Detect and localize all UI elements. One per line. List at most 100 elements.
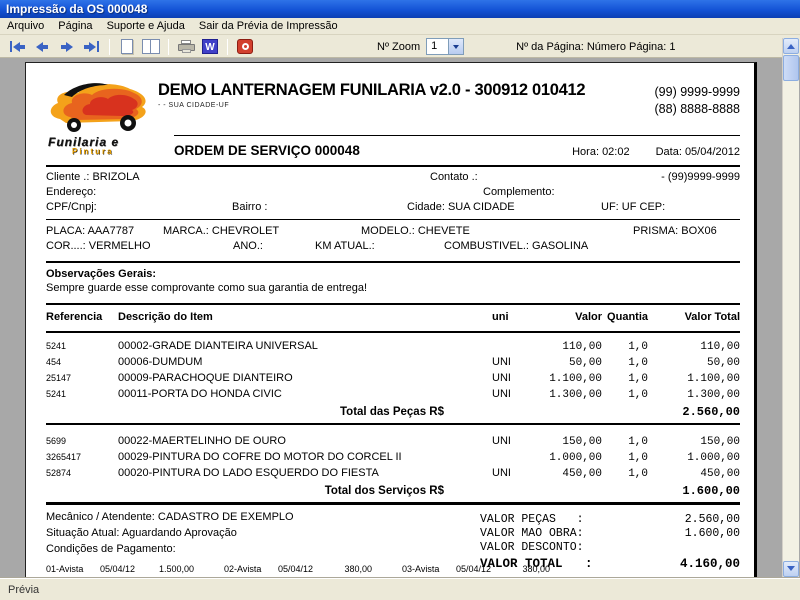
table-row: 52874 00020-PINTURA DO LADO ESQUERDO DO … — [46, 467, 740, 480]
toolbar-separator — [168, 38, 169, 55]
order-hora: Hora: 02:02 — [572, 146, 630, 158]
valor-pecas-row: VALOR PEÇAS :2.560,00 — [480, 513, 740, 526]
vehicle-plate: PLACA: AAA7787 — [46, 225, 135, 237]
services-total-label: Total dos Serviços R$ — [324, 485, 444, 497]
client-contact-value: - (99)9999-9999 — [661, 171, 740, 183]
client-cpf: CPF/Cnpj: — [46, 201, 97, 213]
observations-text: Sempre guarde esse comprovante como sua … — [46, 282, 368, 294]
zoom-select[interactable]: 1 — [426, 38, 465, 55]
vehicle-color: COR....: VERMELHO — [46, 240, 151, 252]
table-row: 454 00006-DUMDUM UNI 50,00 1,0 50,00 — [46, 356, 740, 369]
phone-1: (99) 9999-9999 — [654, 85, 740, 99]
word-icon: W — [202, 39, 218, 54]
scroll-up-button[interactable] — [783, 38, 799, 54]
footer-section: Mecânico / Atendente: CADASTRO DE EXEMPL… — [46, 505, 740, 578]
zoom-label: Nº Zoom — [377, 40, 421, 53]
table-row: 5241 00002-GRADE DIANTEIRA UNIVERSAL 110… — [46, 340, 740, 353]
menu-arquivo[interactable]: Arquivo — [0, 18, 51, 35]
table-row: 3265417 00029-PINTURA DO COFRE DO MOTOR … — [46, 451, 740, 464]
company-title: DEMO LANTERNAGEM FUNILARIA v2.0 - 300912… — [158, 81, 586, 99]
prev-page-icon — [35, 41, 43, 52]
window-titlebar[interactable]: Impressão da OS 000048 — [0, 0, 800, 18]
first-page-button[interactable] — [4, 38, 29, 56]
zoom-value: 1 — [431, 40, 438, 52]
vehicle-fuel: COMBUSTIVEL.: GASOLINA — [444, 240, 589, 252]
col-referencia: Referencia — [46, 311, 103, 323]
scroll-down-icon — [787, 566, 795, 575]
next-page-button[interactable] — [54, 38, 79, 56]
observations-label: Observações Gerais: — [46, 268, 157, 280]
valor-mao-obra-row: VALOR MAO OBRA: 1.600,00 — [480, 527, 740, 540]
client-section: Cliente .: BRIZOLA Contato .: - (99)9999… — [46, 167, 740, 219]
client-complement: Complemento: — [483, 186, 555, 198]
order-data: Data: 05/04/2012 — [655, 146, 740, 158]
company-logo: Funilaria e Pintura — [46, 81, 154, 157]
services-total-value: 1.600,00 — [682, 484, 740, 498]
services-total-row: Total dos Serviços R$ 1.600,00 — [46, 483, 740, 499]
parts-total-value: 2.560,00 — [682, 405, 740, 419]
export-word-button[interactable]: W — [198, 37, 222, 56]
company-subtitle: - - SUA CIDADE-UF — [158, 102, 230, 109]
two-page-icon — [142, 39, 160, 54]
scrollbar-thumb[interactable] — [783, 55, 799, 81]
chevron-down-icon — [453, 44, 460, 52]
items-table: Referencia Descrição do Item uni Valor Q… — [46, 305, 740, 505]
vehicle-prisma: PRISMA: BOX06 — [633, 225, 717, 237]
menu-pagina[interactable]: Página — [51, 18, 99, 35]
menu-sair-previa[interactable]: Sair da Prévia de Impressão — [192, 18, 345, 35]
page-number-info: Nº da Página: Número Página: 1 — [516, 40, 676, 53]
close-preview-button[interactable] — [233, 37, 257, 56]
totals-summary: VALOR PEÇAS :2.560,00 VALOR MAO OBRA: 1.6… — [480, 513, 740, 571]
toolbar: W Nº Zoom 1 Nº da Página: Número Página:… — [0, 36, 800, 58]
vehicle-section: PLACA: AAA7787 MARCA.: CHEVROLET MODELO.… — [46, 220, 740, 259]
logo-car-graphic — [50, 83, 146, 132]
toolbar-separator — [227, 38, 228, 55]
client-address: Endereço: — [46, 186, 97, 198]
last-page-button[interactable] — [79, 38, 104, 56]
toolbar-separator — [109, 38, 110, 55]
table-row: 5699 00022-MAERTELINHO DE OURO UNI 150,0… — [46, 435, 740, 448]
two-page-view-button[interactable] — [139, 37, 163, 56]
table-row: 25147 00009-PARACHOQUE DIANTEIRO UNI 1.1… — [46, 372, 740, 385]
client-district: Bairro : — [232, 201, 268, 213]
printer-icon — [177, 40, 195, 53]
phone-2: (88) 8888-8888 — [654, 102, 740, 116]
order-title: ORDEM DE SERVIÇO 000048 — [174, 143, 360, 158]
table-header-row: Referencia Descrição do Item uni Valor Q… — [46, 305, 740, 329]
col-quantia: Quantia — [607, 311, 648, 323]
window-title: Impressão da OS 000048 — [6, 2, 148, 16]
vehicle-year: ANO.: — [233, 240, 263, 252]
scroll-down-button[interactable] — [783, 561, 799, 577]
client-city: Cidade: SUA CIDADE — [407, 201, 515, 213]
vehicle-brand: MARCA.: CHEVROLET — [163, 225, 280, 237]
power-icon — [237, 39, 253, 54]
print-button[interactable] — [174, 37, 198, 56]
document-header: Funilaria e Pintura DEMO LANTERNAGEM FUN… — [46, 63, 740, 163]
vertical-scrollbar[interactable] — [782, 38, 799, 577]
client-name: Cliente .: BRIZOLA — [46, 171, 140, 183]
order-title-row: ORDEM DE SERVIÇO 000048 Hora: 02:02 Data… — [174, 143, 740, 158]
zoom-dropdown-button[interactable] — [448, 39, 464, 54]
col-descricao: Descrição do Item — [118, 311, 213, 323]
table-row: 5241 00011-PORTA DO HONDA CIVIC UNI 1.30… — [46, 388, 740, 401]
col-valor: Valor — [575, 311, 602, 323]
col-uni: uni — [492, 311, 509, 323]
payment-entry: 01-Avista 05/04/12 1.500,00 — [46, 563, 194, 574]
header-divider — [174, 135, 740, 136]
prev-page-button[interactable] — [29, 38, 54, 56]
logo-subname-text: Pintura — [72, 147, 114, 156]
document-page: Funilaria e Pintura DEMO LANTERNAGEM FUN… — [25, 62, 757, 578]
menu-bar: Arquivo Página Suporte e Ajuda Sair da P… — [0, 18, 800, 35]
menu-suporte-ajuda[interactable]: Suporte e Ajuda — [100, 18, 192, 35]
observations-section: Observações Gerais: Sempre guarde esse c… — [46, 263, 740, 301]
client-contact-label: Contato .: — [430, 171, 478, 183]
valor-total-row: VALOR TOTAL :4.160,00 — [480, 557, 740, 571]
payment-entry: 02-Avista 05/04/12 380,00 — [224, 563, 372, 574]
status-text: Prévia — [8, 583, 40, 596]
vehicle-km: KM ATUAL.: — [315, 240, 375, 252]
single-page-icon — [121, 39, 133, 54]
status-bar: Prévia — [0, 578, 800, 600]
col-valor-total: Valor Total — [684, 311, 740, 323]
parts-total-label: Total das Peças R$ — [340, 406, 444, 418]
single-page-view-button[interactable] — [115, 37, 139, 56]
